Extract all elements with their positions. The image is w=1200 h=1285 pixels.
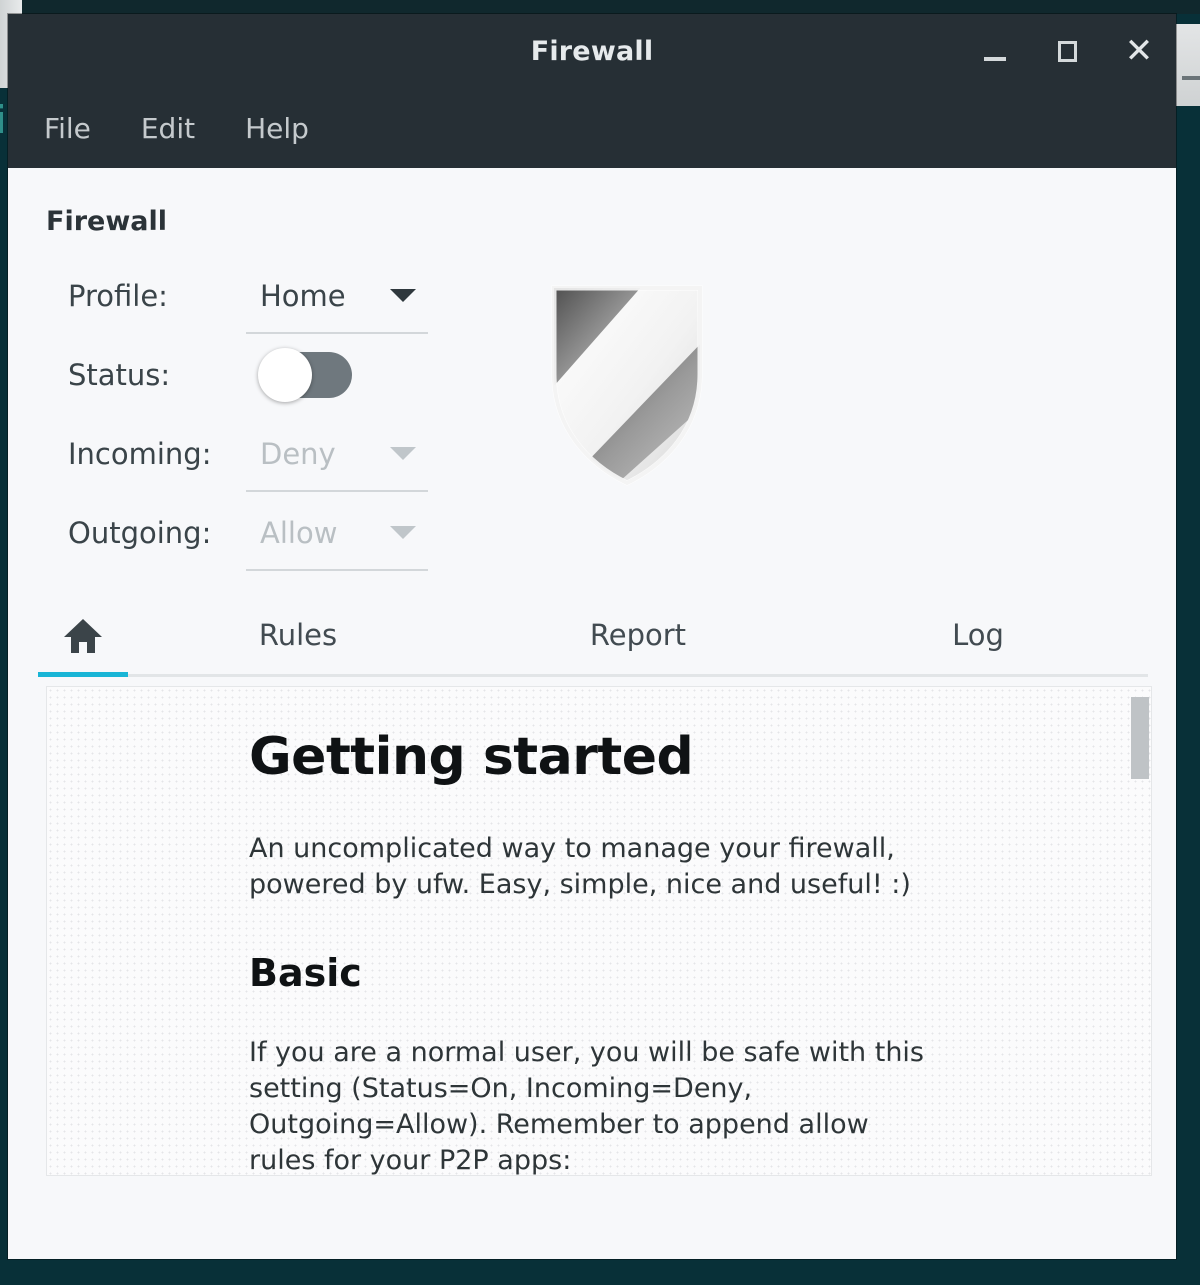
tab-report[interactable]: Report	[468, 618, 808, 674]
close-button[interactable]: ✕	[1122, 32, 1156, 70]
incoming-underline	[246, 490, 428, 492]
outgoing-underline	[246, 569, 428, 571]
document-scrollbar-thumb[interactable]	[1131, 697, 1149, 779]
incoming-select[interactable]: Deny	[246, 424, 428, 484]
chevron-down-icon	[390, 447, 416, 460]
minimize-icon	[984, 57, 1006, 61]
tab-bar: Rules Report Log	[38, 586, 1148, 677]
outgoing-label: Outgoing:	[68, 516, 246, 550]
incoming-label: Incoming:	[68, 437, 246, 471]
setting-row-incoming: Incoming: Deny	[68, 414, 438, 493]
status-label: Status:	[68, 358, 246, 392]
getting-started-intro: An uncomplicated way to manage your fire…	[249, 831, 939, 903]
menu-item-edit[interactable]: Edit	[135, 108, 201, 149]
page-title: Firewall	[46, 206, 167, 237]
profile-select[interactable]: Home	[246, 266, 428, 326]
tab-log[interactable]: Log	[808, 618, 1148, 674]
background-left-letter: i	[0, 98, 7, 142]
chevron-down-icon	[390, 289, 416, 302]
desktop-top-bar	[0, 0, 1200, 14]
profile-value: Home	[246, 279, 390, 313]
title-bar: Firewall ✕	[8, 14, 1176, 88]
window-controls: ✕	[978, 32, 1156, 70]
profile-underline	[246, 332, 428, 334]
status-toggle-knob	[258, 348, 312, 402]
getting-started-heading: Getting started	[249, 727, 949, 787]
tab-rules[interactable]: Rules	[128, 618, 468, 674]
home-icon	[62, 616, 104, 656]
firewall-window: Firewall ✕ File Edit Help Firewall Profi…	[8, 14, 1176, 1259]
menu-bar: File Edit Help	[8, 88, 1176, 168]
menu-item-help[interactable]: Help	[239, 108, 315, 149]
chevron-down-icon	[390, 526, 416, 539]
getting-started-panel: Getting started An uncomplicated way to …	[46, 686, 1152, 1176]
shield-icon-svg	[546, 278, 708, 490]
setting-row-profile: Profile: Home	[68, 256, 438, 335]
tab-home[interactable]	[38, 616, 128, 674]
incoming-value: Deny	[246, 437, 390, 471]
status-toggle[interactable]	[260, 352, 352, 398]
shield-icon	[546, 278, 708, 490]
getting-started-content: Getting started An uncomplicated way to …	[47, 687, 949, 1176]
setting-row-status: Status:	[68, 335, 438, 414]
profile-label: Profile:	[68, 279, 246, 313]
basic-text: If you are a normal user, you will be sa…	[249, 1035, 939, 1176]
menu-item-file[interactable]: File	[38, 108, 97, 149]
basic-heading: Basic	[249, 951, 949, 995]
background-right-dash	[1182, 76, 1200, 80]
setting-row-outgoing: Outgoing: Allow	[68, 493, 438, 572]
window-body: Firewall Profile: Home Status: Incoming:	[8, 168, 1176, 1259]
maximize-button[interactable]	[1050, 32, 1084, 70]
minimize-button[interactable]	[978, 32, 1012, 70]
outgoing-select[interactable]: Allow	[246, 503, 428, 563]
close-icon: ✕	[1125, 34, 1154, 68]
document-scrollbar[interactable]	[1131, 689, 1149, 1175]
outgoing-value: Allow	[246, 516, 390, 550]
maximize-icon	[1058, 41, 1077, 62]
firewall-settings: Profile: Home Status: Incoming: Deny	[68, 256, 438, 572]
